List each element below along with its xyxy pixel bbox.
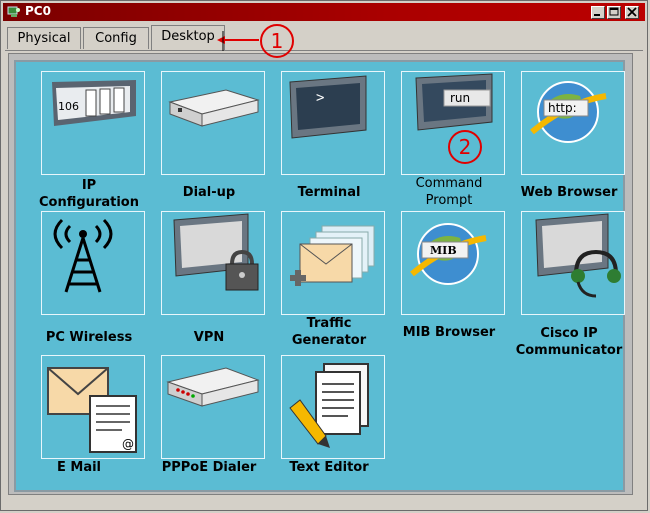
svg-text:@: @ — [122, 437, 134, 451]
dial-up-label: Dial-up — [182, 185, 236, 200]
document-pencil-icon — [289, 363, 369, 448]
dialer-modem-icon — [166, 367, 260, 407]
vpn-button[interactable] — [161, 211, 265, 315]
maximize-button[interactable] — [607, 6, 621, 19]
dial-up-button[interactable] — [161, 71, 265, 175]
title-bar[interactable]: PC0 — [3, 3, 645, 21]
window-title: PC0 — [25, 4, 51, 18]
pc0-window: PC0 Physical Config Desktop 106 > run ht… — [0, 0, 648, 511]
pppoe-dialer-button[interactable] — [161, 355, 265, 459]
mib-browser-label: MIB Browser — [402, 325, 496, 340]
svg-text:106: 106 — [58, 100, 79, 113]
text-editor-label: Text Editor — [289, 460, 369, 475]
svg-text:>: > — [316, 90, 324, 106]
pppoe-dialer-label: PPPoE Dialer — [161, 460, 257, 475]
globe-icon: http: — [530, 81, 607, 143]
annotation-circle-2: 2 — [448, 130, 482, 164]
terminal-label: Terminal — [297, 185, 361, 200]
minimize-button[interactable] — [591, 6, 605, 19]
tab-divider — [5, 50, 643, 51]
svg-text:MIB: MIB — [430, 244, 457, 257]
cisco-ip-communicator-button[interactable] — [521, 211, 625, 315]
terminal-button[interactable]: > — [281, 71, 385, 175]
e-mail-button[interactable]: @ — [41, 355, 145, 459]
wireless-tower-icon — [53, 218, 113, 293]
web-browser-button[interactable]: http: — [521, 71, 625, 175]
vpn-lock-icon — [173, 213, 259, 291]
traffic-generator-label: Traffic Generator — [291, 316, 367, 348]
close-button[interactable] — [625, 6, 639, 19]
terminal-icon: > — [289, 75, 367, 139]
ip-configuration-label: IP Configuration — [39, 178, 139, 210]
tab-desktop[interactable]: Desktop — [151, 25, 225, 51]
svg-text:1: 1 — [271, 29, 284, 53]
pc-wireless-button[interactable] — [41, 211, 145, 315]
text-editor-button[interactable] — [281, 355, 385, 459]
mail-icon: @ — [47, 367, 137, 453]
pc-app-icon — [7, 6, 21, 18]
annotation-arrow-1: 1 — [217, 24, 294, 58]
ip-configuration-button[interactable]: 106 — [41, 71, 145, 175]
svg-text:http:: http: — [548, 101, 577, 115]
traffic-generator-button[interactable] — [281, 211, 385, 315]
e-mail-label: E Mail — [56, 460, 102, 475]
tab-config[interactable]: Config — [83, 27, 149, 49]
modem-icon — [168, 89, 260, 127]
envelopes-icon — [290, 225, 375, 286]
headset-computer-icon — [535, 213, 621, 298]
vpn-label: VPN — [193, 330, 225, 345]
tab-physical[interactable]: Physical — [7, 27, 81, 49]
ip-configuration-icon: 106 — [52, 80, 136, 126]
svg-text:run: run — [450, 91, 470, 105]
tab-bar: Physical Config Desktop — [5, 25, 645, 51]
desktop-area: 106 > run http: MIB @ — [14, 60, 625, 492]
command-prompt-label: Command Prompt — [415, 176, 483, 208]
mib-browser-button[interactable]: MIB — [401, 211, 505, 315]
web-browser-label: Web Browser — [520, 185, 618, 200]
mib-globe-icon: MIB — [410, 223, 487, 285]
pc-wireless-label: PC Wireless — [45, 330, 133, 345]
svg-text:2: 2 — [459, 135, 472, 159]
cisco-ip-communicator-label: Cisco IP Communicator — [515, 326, 623, 358]
